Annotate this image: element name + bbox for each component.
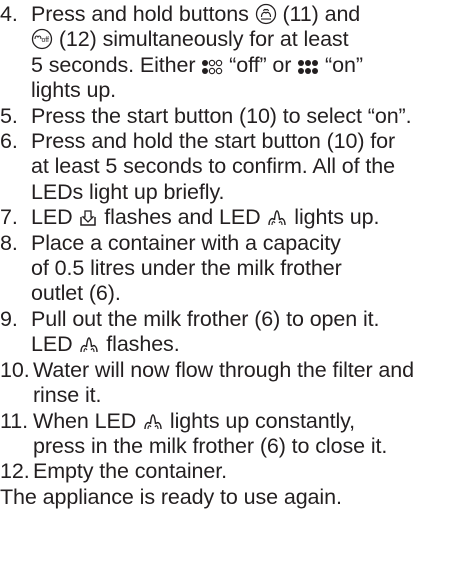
step-number: 4. xyxy=(0,2,18,26)
step-line: at least 5 seconds to confirm. All of th… xyxy=(31,154,475,179)
filter-cartridge-icon xyxy=(78,208,98,228)
step-line: Empty the container. xyxy=(33,459,475,484)
text-segment: Place a container with a capacity xyxy=(31,230,341,255)
text-segment: press in the milk frother (6) to close i… xyxy=(33,433,388,458)
text-segment: flashes. xyxy=(100,332,180,357)
step-line: 5 seconds. Either “off” or “on” xyxy=(31,53,475,78)
text-segment: of 0.5 litres under the milk frother xyxy=(31,256,342,281)
step-9: 9. Pull out the milk frother (6) to open… xyxy=(0,307,475,358)
text-segment: When LED xyxy=(33,408,143,433)
text-segment: rinse it. xyxy=(33,383,102,408)
text-segment: LEDs light up briefly. xyxy=(31,179,225,204)
step-line: Pull out the milk frother (6) to open it… xyxy=(31,307,475,332)
step-number: 11. xyxy=(0,408,28,433)
closing-note: The appliance is ready to use again. xyxy=(0,484,342,509)
step-number: 10. xyxy=(0,357,30,382)
text-segment: flashes and LED xyxy=(98,205,267,230)
step-line: LED flashes. xyxy=(31,332,475,357)
text-segment: “on” xyxy=(319,52,363,77)
steam-off-circle-icon: off xyxy=(31,28,53,50)
step-6: 6. Press and hold the start button (10) … xyxy=(0,129,475,205)
text-segment: Press and hold buttons xyxy=(31,2,255,26)
step-number: 12. xyxy=(0,459,30,484)
step-text: Place a container with a capacity of 0.5… xyxy=(31,231,475,307)
step-number: 9. xyxy=(0,306,18,331)
step-line: When LED lights up constantly, xyxy=(33,409,475,434)
step-line: press in the milk frother (6) to close i… xyxy=(33,434,475,459)
text-segment: 5 seconds. Either xyxy=(31,52,202,77)
text-segment: outlet (6). xyxy=(31,281,121,306)
text-segment: Press the start button (10) to select “o… xyxy=(31,103,412,128)
text-segment: Empty the container. xyxy=(33,459,227,484)
step-number: 6. xyxy=(0,129,18,154)
text-segment: Water will now flow through the filter a… xyxy=(33,357,414,382)
svg-text:off: off xyxy=(42,37,50,44)
step-text: LED flashes and LED lights up. xyxy=(31,205,475,230)
steam-icon xyxy=(266,208,288,228)
step-number: 5. xyxy=(0,103,18,128)
step-line: Press and hold the start button (10) for xyxy=(31,129,475,154)
text-segment: “off” or xyxy=(223,52,298,77)
step-text: Press and hold the start button (10) for… xyxy=(31,129,475,205)
step-line: Press and hold buttons (11) and xyxy=(31,2,475,27)
step-line: of 0.5 litres under the milk frother xyxy=(31,256,475,281)
step-line: off (12) simultaneously for at least xyxy=(31,27,475,52)
step-line: Press the start button (10) to select “o… xyxy=(31,104,475,129)
text-segment: LED xyxy=(31,332,79,357)
step-12: 12. Empty the container. xyxy=(0,459,475,484)
steam-icon xyxy=(142,412,164,432)
dots-3-of-3-icon xyxy=(297,58,319,76)
step-text: Press the start button (10) to select “o… xyxy=(31,104,475,129)
dots-1-of-3-icon xyxy=(201,58,223,76)
step-line: Water will now flow through the filter a… xyxy=(33,358,475,383)
text-segment: Press and hold the start button (10) for xyxy=(31,129,396,154)
step-10: 10. Water will now flow through the filt… xyxy=(0,358,475,409)
step-line: rinse it. xyxy=(33,383,475,408)
text-segment: at least 5 seconds to confirm. All of th… xyxy=(31,154,395,179)
step-5: 5. Press the start button (10) to select… xyxy=(0,104,475,129)
step-text: Water will now flow through the filter a… xyxy=(33,358,475,409)
step-line: lights up. xyxy=(31,78,475,103)
step-4: 4. Press and hold buttons (11) and off (… xyxy=(0,2,475,104)
steam-swirl-circle-icon xyxy=(255,3,277,25)
text-segment: (11) and xyxy=(276,2,361,26)
step-line: Place a container with a capacity xyxy=(31,231,475,256)
step-7: 7. LED flashes and LED lights up. xyxy=(0,205,475,230)
step-text: Pull out the milk frother (6) to open it… xyxy=(31,307,475,358)
step-line: outlet (6). xyxy=(31,281,475,306)
step-number: 8. xyxy=(0,230,18,255)
text-segment: lights up. xyxy=(31,78,117,103)
step-text: Empty the container. xyxy=(33,459,475,484)
text-segment: Pull out the milk frother (6) to open it… xyxy=(31,306,380,331)
step-11: 11. When LED lights up constantly, press… xyxy=(0,409,475,460)
step-text: Press and hold buttons (11) and off (12)… xyxy=(31,2,475,104)
step-text: When LED lights up constantly, press in … xyxy=(33,409,475,460)
step-number: 7. xyxy=(0,205,18,230)
step-8: 8. Place a container with a capacity of … xyxy=(0,231,475,307)
text-segment: lights up. xyxy=(288,205,380,230)
steam-icon xyxy=(78,335,100,355)
text-segment: LED xyxy=(31,205,79,230)
step-line: LEDs light up briefly. xyxy=(31,180,475,205)
instruction-document: 4. Press and hold buttons (11) and off (… xyxy=(0,0,475,510)
text-segment: (12) simultaneously for at least xyxy=(53,27,349,52)
text-segment: lights up constantly, xyxy=(164,408,356,433)
step-line: LED flashes and LED lights up. xyxy=(31,205,475,230)
